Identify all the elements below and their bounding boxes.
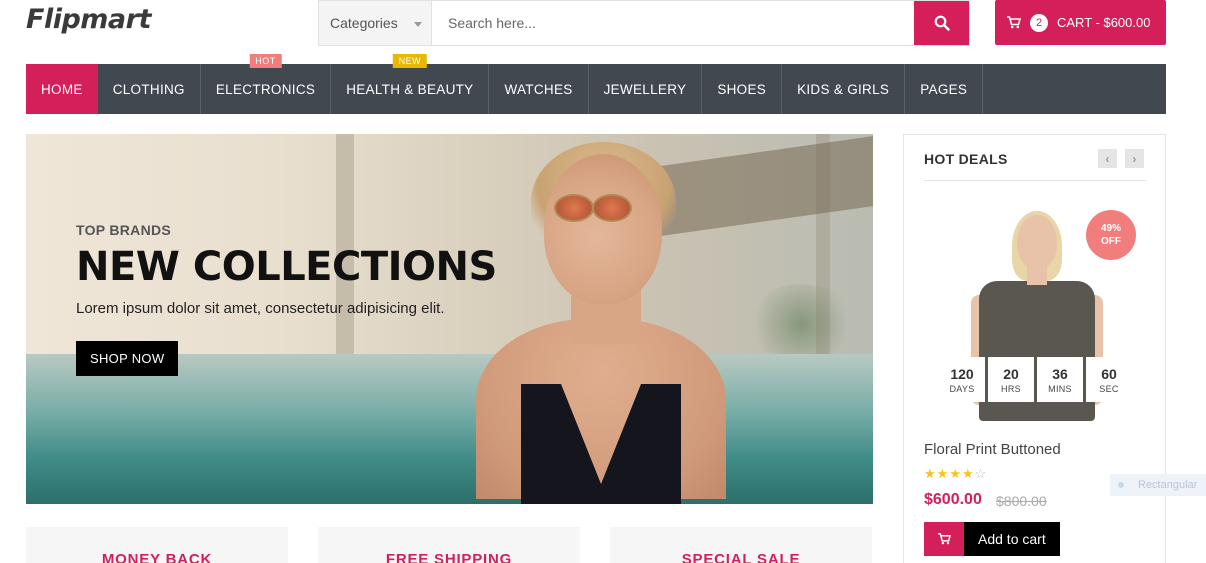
nav-item-label: HEALTH & BEAUTY bbox=[346, 81, 474, 97]
hero-title: NEW COLLECTIONS bbox=[76, 244, 497, 290]
info-box-money-back: MONEY BACK bbox=[26, 527, 288, 563]
hot-deals-header: HOT DEALS ‹ › bbox=[924, 149, 1146, 181]
info-box-special-sale: SPECIAL SALE bbox=[610, 527, 872, 563]
nav-item-label: WATCHES bbox=[504, 81, 573, 97]
hero-water bbox=[26, 354, 873, 504]
chevron-left-icon[interactable]: ‹ bbox=[1098, 149, 1117, 168]
product-price: $600.00 bbox=[924, 491, 982, 508]
search-button[interactable] bbox=[914, 1, 969, 45]
search-input[interactable] bbox=[432, 1, 914, 45]
discount-percent: 49% bbox=[1100, 223, 1121, 234]
product-name[interactable]: Floral Print Buttoned bbox=[924, 441, 1061, 458]
sunglasses bbox=[592, 194, 632, 222]
product-old-price: $800.00 bbox=[996, 493, 1047, 509]
hero-kicker: TOP BRANDS bbox=[76, 222, 172, 238]
info-box-title: SPECIAL SALE bbox=[681, 551, 801, 563]
rating-stars: ★★★★☆ bbox=[924, 466, 987, 482]
page: Flipmart Categories 2 CART - $600.00 HOM… bbox=[0, 0, 1206, 563]
nav-item-label: KIDS & GIRLS bbox=[797, 81, 890, 97]
search-icon bbox=[934, 15, 950, 31]
nav-item-label: ELECTRONICS bbox=[215, 81, 316, 97]
hot-deals-title: HOT DEALS bbox=[924, 151, 1008, 167]
discount-badge: 49% OFF bbox=[1086, 210, 1136, 260]
nav-item-watches[interactable]: WATCHES bbox=[489, 64, 589, 114]
hot-deals-panel: HOT DEALS ‹ › 49% OFF 120 DAYS 20 HRS 36… bbox=[903, 134, 1166, 563]
nav-item-label: SHOES bbox=[717, 81, 767, 97]
nav-item-electronics[interactable]: HOT ELECTRONICS bbox=[201, 54, 332, 114]
info-box-title: FREE SHIPPING bbox=[385, 551, 513, 563]
hero-model bbox=[544, 154, 662, 304]
nav-item-shoes[interactable]: SHOES bbox=[702, 64, 783, 114]
info-box-free-shipping: FREE SHIPPING bbox=[318, 527, 580, 563]
chevron-down-icon bbox=[414, 22, 422, 27]
countdown-value: 36 bbox=[1052, 365, 1068, 382]
nav-item-home[interactable]: HOME bbox=[26, 64, 98, 114]
nav-item-label: PAGES bbox=[920, 81, 968, 97]
countdown-hours: 20 HRS bbox=[988, 357, 1034, 402]
countdown-value: 20 bbox=[1003, 365, 1019, 382]
overlay-label: Rectangular bbox=[1138, 479, 1198, 491]
main-nav: HOME CLOTHING HOT ELECTRONICS NEW HEALTH… bbox=[26, 54, 1166, 114]
hero-subtitle: Lorem ipsum dolor sit amet, consectetur … bbox=[76, 300, 445, 317]
hero-bg-decoration bbox=[746, 284, 856, 364]
hero-text: TOP BRANDS NEW COLLECTIONS Lorem ipsum d… bbox=[76, 222, 497, 376]
nav-item-health-beauty[interactable]: NEW HEALTH & BEAUTY bbox=[331, 54, 490, 114]
star-icon: ★ bbox=[936, 466, 950, 481]
add-to-cart-button[interactable]: Add to cart bbox=[924, 522, 1060, 556]
nav-item-label: JEWELLERY bbox=[603, 81, 687, 97]
cart-icon bbox=[924, 522, 964, 556]
search-bar: Categories bbox=[318, 0, 970, 46]
nav-item-label: CLOTHING bbox=[112, 81, 185, 97]
nav-item-pages[interactable]: PAGES bbox=[905, 64, 984, 114]
sunglasses bbox=[554, 194, 594, 222]
countdown-value: 120 bbox=[950, 365, 974, 382]
cart-icon bbox=[1007, 16, 1021, 29]
add-to-cart-label: Add to cart bbox=[964, 522, 1060, 556]
star-empty-icon: ☆ bbox=[974, 466, 988, 481]
cart-count-badge: 2 bbox=[1030, 13, 1048, 32]
hero-model bbox=[476, 319, 726, 499]
new-badge: NEW bbox=[392, 54, 428, 68]
countdown-unit: SEC bbox=[1099, 383, 1119, 394]
countdown-unit: DAYS bbox=[949, 383, 975, 394]
countdown-seconds: 60 SEC bbox=[1086, 357, 1132, 402]
overlay-tooltip: Rectangular bbox=[1110, 474, 1206, 496]
star-icon: ★ bbox=[924, 466, 937, 481]
chevron-right-icon[interactable]: › bbox=[1125, 149, 1144, 168]
countdown-timer: 120 DAYS 20 HRS 36 MINS 60 SEC bbox=[939, 357, 1132, 402]
discount-word: OFF bbox=[1101, 236, 1121, 247]
hot-badge: HOT bbox=[249, 54, 282, 68]
countdown-unit: HRS bbox=[1001, 383, 1021, 394]
countdown-value: 60 bbox=[1101, 365, 1117, 382]
nav-item-clothing[interactable]: CLOTHING bbox=[98, 64, 201, 114]
category-select[interactable]: Categories bbox=[319, 1, 432, 45]
nav-item-kids-girls[interactable]: KIDS & GIRLS bbox=[782, 64, 906, 114]
dot-icon bbox=[1118, 482, 1124, 488]
nav-item-jewellery[interactable]: JEWELLERY bbox=[589, 64, 703, 114]
info-box-title: MONEY BACK bbox=[101, 551, 213, 563]
cart-button[interactable]: 2 CART - $600.00 bbox=[995, 0, 1166, 45]
countdown-unit: MINS bbox=[1048, 383, 1072, 394]
category-select-label: Categories bbox=[330, 15, 398, 31]
shop-now-button[interactable]: SHOP NOW bbox=[76, 341, 179, 376]
countdown-minutes: 36 MINS bbox=[1037, 357, 1083, 402]
logo[interactable]: Flipmart bbox=[26, 4, 151, 35]
nav-item-label: HOME bbox=[41, 81, 83, 97]
hero-banner: TOP BRANDS NEW COLLECTIONS Lorem ipsum d… bbox=[26, 134, 873, 504]
cart-label: CART - $600.00 bbox=[1057, 15, 1151, 30]
countdown-days: 120 DAYS bbox=[939, 357, 985, 402]
star-icon: ★ bbox=[961, 466, 975, 481]
product-model bbox=[1017, 215, 1057, 269]
star-icon: ★ bbox=[949, 466, 962, 481]
